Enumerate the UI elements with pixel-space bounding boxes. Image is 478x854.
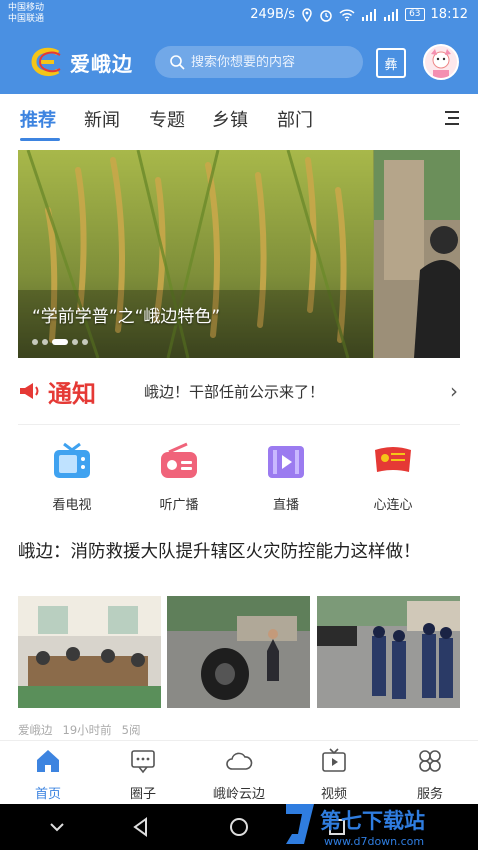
live-icon xyxy=(268,446,304,478)
banner-carousel[interactable]: “学前学普”之“峨边特色” xyxy=(18,150,460,358)
avatar-image xyxy=(425,46,457,78)
quick-link-radio[interactable]: 听广播 xyxy=(139,440,219,513)
category-tabs: 推荐 新闻 专题 乡镇 部门 xyxy=(0,94,478,144)
quick-link-label: 听广播 xyxy=(159,498,199,513)
bottom-navigation: 首页 圈子 峨岭云边 视频 服务 xyxy=(0,740,478,804)
home-circle-icon[interactable] xyxy=(228,816,250,838)
notice-bar[interactable]: 通知 峨边！干部任前公示来了！ › xyxy=(18,370,460,412)
article-source: 爱峨边 xyxy=(18,723,53,737)
carousel-dot-active[interactable] xyxy=(52,339,68,345)
article-title[interactable]: 峨边：消防救援大队提升辖区火灾防控能力这样做！ xyxy=(18,540,460,565)
signal-icon-1 xyxy=(362,8,377,21)
nav-circle[interactable]: 圈子 xyxy=(103,747,183,802)
home-icon xyxy=(37,750,59,772)
next-slide-image xyxy=(374,150,460,358)
ethnic-script-glyph: 彝 xyxy=(384,57,398,73)
quick-link-heart[interactable]: 心连心 xyxy=(353,440,433,513)
logo-mark-icon xyxy=(31,47,61,77)
quick-link-tv[interactable]: 看电视 xyxy=(32,440,112,513)
divider xyxy=(18,424,460,425)
notice-label: 通知 xyxy=(48,378,96,408)
party-flag-icon xyxy=(375,447,411,472)
user-avatar[interactable] xyxy=(423,44,459,80)
status-indicators: 249B/s 63 18:12 xyxy=(250,7,468,22)
collapse-chevron-icon[interactable] xyxy=(46,816,68,838)
tab-towns[interactable]: 乡镇 xyxy=(212,106,248,132)
carousel-dot[interactable] xyxy=(72,339,78,345)
quick-link-live[interactable]: 直播 xyxy=(246,440,326,513)
video-icon xyxy=(322,748,346,772)
banner-caption: “学前学普”之“峨边特色” xyxy=(32,307,221,327)
search-icon xyxy=(170,55,185,70)
tab-recommend[interactable]: 推荐 xyxy=(20,106,56,132)
location-icon xyxy=(302,7,312,22)
tire-training-photo xyxy=(167,596,310,708)
wifi-icon xyxy=(339,8,355,21)
alarm-icon xyxy=(320,9,332,22)
quick-link-label: 心连心 xyxy=(373,498,413,513)
back-icon[interactable] xyxy=(130,816,152,838)
carousel-dot[interactable] xyxy=(82,339,88,345)
quick-link-label: 看电视 xyxy=(52,498,92,513)
nav-video[interactable]: 视频 xyxy=(294,747,374,802)
article-views: 5阅 xyxy=(121,723,141,737)
battery-indicator: 63 xyxy=(405,8,425,21)
nav-label: 峨岭云边 xyxy=(212,787,265,802)
site-watermark: 第七下载站 www.d7down.com xyxy=(280,800,478,850)
carrier-1: 中国移动 xyxy=(8,3,45,13)
ethnic-script-button[interactable]: 彝 xyxy=(376,48,406,78)
clover-icon xyxy=(419,750,441,772)
logo-text: 爱峨边 xyxy=(70,51,133,76)
quick-link-label: 直播 xyxy=(272,498,299,513)
app-logo: 爱峨边 xyxy=(30,44,133,80)
active-tab-indicator xyxy=(20,138,60,141)
clock: 18:12 xyxy=(430,7,468,22)
firefighters-photo xyxy=(317,596,460,708)
notice-text[interactable]: 峨边！干部任前公示来了！ xyxy=(144,381,324,402)
watermark-logo: 第七下载站 www.d7down.com xyxy=(286,804,425,848)
chevron-right-icon[interactable]: › xyxy=(450,379,458,403)
search-bar[interactable] xyxy=(155,46,363,78)
tab-departments[interactable]: 部门 xyxy=(277,106,313,132)
signal-icon-2 xyxy=(384,8,399,21)
tv-icon xyxy=(54,442,90,478)
carrier-info: 中国移动 中国联通 xyxy=(8,3,44,25)
nav-label: 首页 xyxy=(34,787,61,802)
megaphone-icon xyxy=(20,383,39,399)
carousel-dots xyxy=(32,339,88,345)
chat-icon xyxy=(131,750,155,774)
net-speed: 249B/s xyxy=(250,7,296,22)
menu-icon[interactable] xyxy=(444,110,460,126)
search-input[interactable] xyxy=(191,54,351,70)
status-bar: 中国移动 中国联通 249B/s 63 18:12 xyxy=(0,0,478,30)
nav-label: 圈子 xyxy=(129,787,156,802)
carousel-dot[interactable] xyxy=(32,339,38,345)
tab-topics[interactable]: 专题 xyxy=(149,106,185,132)
nav-cloud[interactable]: 峨岭云边 xyxy=(199,747,279,802)
watermark-url: www.d7down.com xyxy=(324,835,424,848)
article-time: 19小时前 xyxy=(62,723,112,737)
radio-icon xyxy=(161,442,197,478)
quick-links: 看电视 听广播 直播 心连心 xyxy=(18,440,460,516)
carrier-2: 中国联通 xyxy=(8,14,45,24)
watermark-text: 第七下载站 xyxy=(320,809,425,833)
tab-news[interactable]: 新闻 xyxy=(84,106,120,132)
article-meta: 爱峨边 19小时前 5阅 xyxy=(18,722,140,738)
carousel-dot[interactable] xyxy=(42,339,48,345)
nav-home[interactable]: 首页 xyxy=(8,747,88,802)
cloud-icon xyxy=(226,752,253,770)
app-header: 爱峨边 彝 xyxy=(0,30,478,94)
meeting-photo xyxy=(18,596,161,708)
article-thumbnails[interactable] xyxy=(18,596,460,708)
nav-service[interactable]: 服务 xyxy=(390,747,470,802)
